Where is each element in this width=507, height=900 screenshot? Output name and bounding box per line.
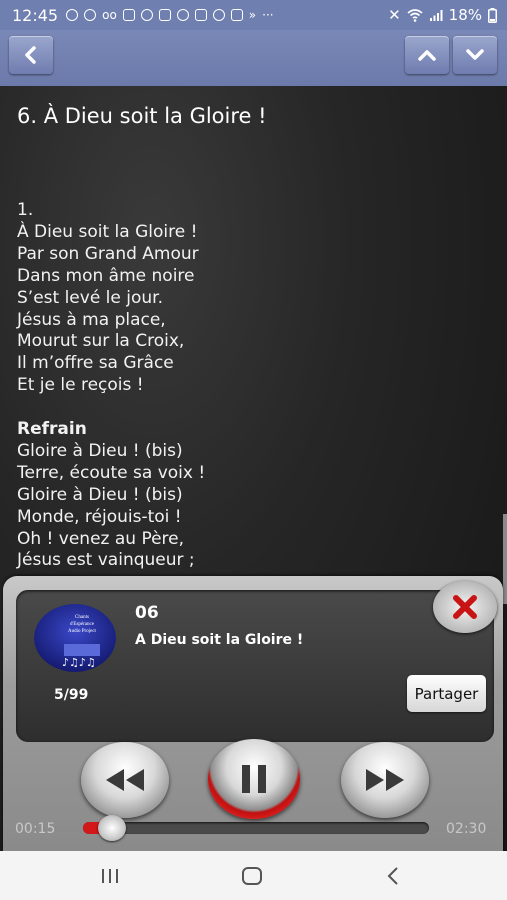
- lyric-line: 1.: [17, 200, 34, 220]
- lyric-line: Jésus est vainqueur ;: [17, 550, 195, 571]
- battery-percent: 18%: [448, 6, 482, 24]
- pause-icon: [242, 765, 266, 793]
- refrain-heading: Refrain: [17, 419, 87, 440]
- album-art-text-3: Audio Project: [68, 629, 97, 634]
- status-time: 12:45: [12, 5, 59, 25]
- system-navigation-bar: [0, 851, 507, 900]
- album-art-text-2: d'Espérance: [70, 622, 95, 627]
- notification-icons: oo » ···: [66, 8, 274, 22]
- chevron-left-icon: [25, 46, 36, 64]
- battery-icon: [488, 7, 497, 23]
- wifi-icon: [407, 8, 423, 22]
- lyric-line: Dans mon âme noire: [17, 265, 195, 286]
- lyric-line: À Dieu soit la Gloire !: [17, 221, 198, 242]
- chevron-up-icon: [418, 50, 436, 61]
- rewind-icon: [106, 769, 144, 791]
- album-art-text-1: Chants: [75, 615, 89, 620]
- lyric-line: Jésus à ma place,: [17, 309, 166, 330]
- lyric-line: Et je le reçois !: [17, 375, 144, 396]
- gmail-icon: [212, 9, 225, 21]
- lyric-line: Mourut sur la Croix,: [17, 331, 185, 352]
- next-song-button[interactable]: [453, 36, 497, 74]
- share-button[interactable]: Partager: [407, 675, 486, 712]
- progress-thumb[interactable]: [98, 815, 126, 841]
- track-title: A Dieu soit la Gloire !: [135, 632, 304, 648]
- status-bar: 12:45 oo » ··· ✕ 18%: [0, 0, 507, 30]
- album-art: Chants d'Espérance Audio Project ♪♫♪♫: [34, 604, 116, 672]
- system-status: ✕ 18%: [388, 6, 497, 24]
- recent-apps-icon: [102, 869, 118, 883]
- news-icon: [158, 9, 171, 21]
- lyric-line: S’est levé le jour.: [17, 287, 164, 308]
- rewind-button[interactable]: [81, 742, 169, 818]
- voicemail-icon: oo: [102, 8, 117, 22]
- system-back-button[interactable]: [373, 863, 413, 889]
- lyric-line: Oh ! venez au Père,: [17, 528, 185, 549]
- home-icon: [242, 867, 262, 885]
- mute-icon: ✕: [388, 6, 401, 24]
- music-notes-icon: ♪♫♪♫: [62, 656, 96, 669]
- mail-icon: [194, 9, 207, 21]
- signal-icon: [429, 10, 443, 21]
- audio-player: Chants d'Espérance Audio Project ♪♫♪♫ 06…: [3, 576, 503, 851]
- whatsapp-icon: [66, 9, 79, 21]
- recent-apps-button[interactable]: [90, 863, 130, 889]
- lyric-line: Terre, écoute sa voix !: [17, 462, 206, 483]
- gallery-icon: [230, 9, 243, 21]
- progress-bar[interactable]: [83, 822, 429, 834]
- track-counter: 5/99: [54, 687, 89, 703]
- lyrics-text: 1. À Dieu soit la Gloire ! Par son Grand A…: [17, 200, 205, 572]
- bag-icon: [122, 9, 135, 21]
- lyric-line: Monde, réjouis-toi !: [17, 506, 182, 527]
- app-bar: [0, 30, 507, 86]
- home-button[interactable]: [232, 863, 272, 889]
- chevron-down-icon: [466, 49, 484, 60]
- fast-forward-icon: [366, 769, 404, 791]
- lyric-line: Il m’offre sa Grâce: [17, 353, 174, 374]
- previous-song-button[interactable]: [405, 36, 449, 74]
- more-icon: ···: [262, 8, 274, 22]
- facebook-icon: [176, 9, 189, 21]
- speed-icon: »: [248, 8, 257, 22]
- total-time: 02:30: [446, 821, 487, 837]
- pause-button[interactable]: [208, 739, 300, 819]
- scroll-indicator[interactable]: [503, 514, 507, 604]
- lyric-line: Par son Grand Amour: [17, 243, 199, 264]
- lyric-line: Gloire à Dieu ! (bis): [17, 440, 183, 461]
- skype-icon: [84, 9, 97, 21]
- close-player-button[interactable]: [433, 581, 497, 633]
- fast-forward-button[interactable]: [341, 742, 429, 818]
- player-info-panel: Chants d'Espérance Audio Project ♪♫♪♫ 06…: [16, 590, 494, 742]
- lyric-spacer: [17, 397, 205, 419]
- account-icon: [140, 9, 153, 21]
- close-icon: [453, 595, 477, 619]
- track-number: 06: [135, 603, 159, 623]
- lyric-line: Gloire à Dieu ! (bis): [17, 484, 183, 505]
- song-title: 6. À Dieu soit la Gloire !: [17, 104, 267, 128]
- elapsed-time: 00:15: [15, 821, 56, 837]
- back-button[interactable]: [9, 36, 53, 74]
- back-icon: [387, 867, 398, 885]
